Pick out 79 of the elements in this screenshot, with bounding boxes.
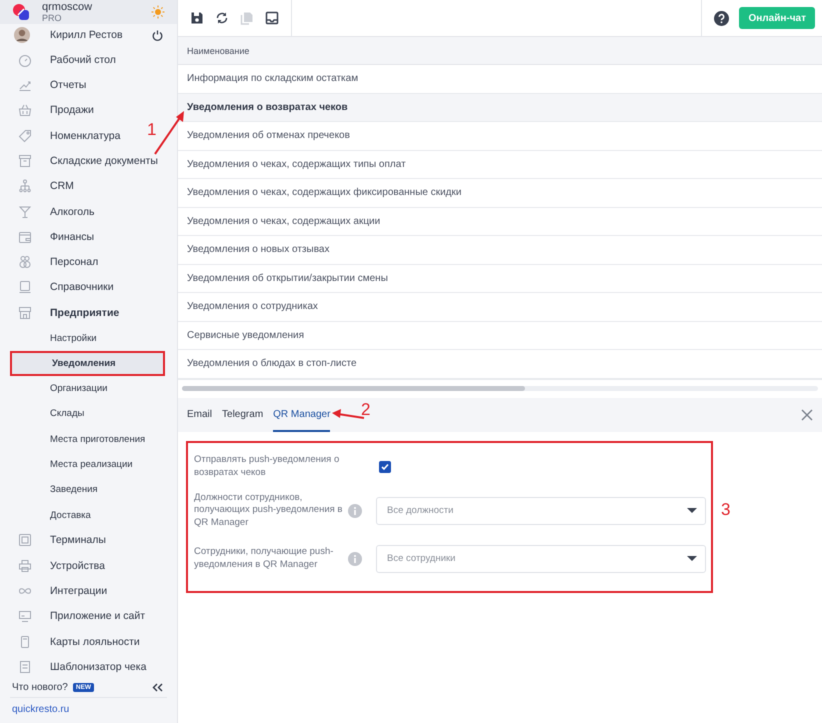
caret-icon xyxy=(687,508,697,514)
whats-new-link[interactable]: Что нового? xyxy=(12,682,68,693)
menu-item[interactable]: Шаблонизатор чека xyxy=(50,660,146,673)
tab[interactable]: Email xyxy=(187,398,212,432)
logo-icon xyxy=(12,2,30,21)
submenu-item[interactable]: Заведения xyxy=(10,477,165,503)
menu-item[interactable]: CRM xyxy=(50,180,74,192)
menu-item[interactable]: Финансы xyxy=(50,230,94,243)
submenu-item[interactable]: Доставка xyxy=(10,502,165,528)
menu-item[interactable]: Персонал xyxy=(50,256,98,268)
help-icon[interactable] xyxy=(714,10,730,26)
user-name: Кирилл Рестов xyxy=(50,29,124,42)
menu-item[interactable]: Устройства xyxy=(50,560,105,572)
hierarchy-icon xyxy=(18,179,32,194)
submenu-item[interactable]: Места приготовления xyxy=(10,426,165,452)
plan-label: PRO xyxy=(42,12,63,23)
book-icon xyxy=(18,280,32,294)
table-row[interactable]: Уведомления о чеках, содержащих фиксированные скидки xyxy=(178,179,822,208)
menu-item[interactable]: Номенклатура xyxy=(50,130,120,142)
field-label: Должности сотрудников, получающих push-уведомления в QR Manager xyxy=(194,492,344,530)
menu-item[interactable]: Карты лояльности xyxy=(50,636,140,648)
phone-icon xyxy=(18,634,32,649)
submenu-item[interactable]: Настройки xyxy=(10,325,165,351)
glass-icon xyxy=(18,204,32,219)
menu-item[interactable]: Рабочий стол xyxy=(50,54,116,66)
menu-item[interactable]: Отчеты xyxy=(50,79,86,92)
collapse-icon[interactable] xyxy=(152,682,163,692)
column-header[interactable]: Наименование xyxy=(178,37,822,65)
gauge-icon xyxy=(18,52,32,67)
menu-item[interactable]: Складские документы xyxy=(50,155,158,167)
save-icon[interactable] xyxy=(190,11,204,25)
field-label: Отправлять push-уведомления о возвратах чеков xyxy=(194,454,340,479)
brand-name: qrmoscow xyxy=(42,0,94,13)
monitor-icon xyxy=(18,609,32,624)
table-row[interactable]: Уведомления о чеках, содержащих типы оплат xyxy=(178,150,822,179)
menu-item[interactable]: Предприятие xyxy=(50,306,120,319)
table-row[interactable]: Уведомления о чеках, содержащих акции xyxy=(178,208,822,236)
shop-icon xyxy=(18,306,32,320)
table-row[interactable]: Уведомления об открытии/закрытии смены xyxy=(178,264,822,293)
wallet-icon xyxy=(18,230,32,244)
site-link[interactable]: quickresto.ru xyxy=(0,700,177,723)
tag-icon xyxy=(18,128,32,143)
scrollbar[interactable] xyxy=(182,386,818,391)
tab[interactable]: QR Manager xyxy=(273,398,330,432)
annotation-number: 2 xyxy=(361,400,370,420)
menu-item[interactable]: Приложение и сайт xyxy=(50,610,146,622)
receipt-icon xyxy=(18,660,32,674)
table-row[interactable]: Сервисные уведомления xyxy=(178,322,822,350)
submenu-item[interactable]: Склады xyxy=(10,401,165,427)
annotation-number: 3 xyxy=(721,500,730,520)
printer-icon xyxy=(18,558,32,573)
menu-item[interactable]: Интеграции xyxy=(50,585,108,598)
menu-item[interactable]: Терминалы xyxy=(50,534,106,546)
checkbox[interactable] xyxy=(379,460,391,472)
basket-icon xyxy=(18,103,32,118)
menu-item[interactable]: Алкоголь xyxy=(50,206,94,218)
field-label: Сотрудники, получающие push-уведомления в QR Manager xyxy=(194,546,334,571)
placeholder: Все сотрудники xyxy=(387,553,456,564)
menu-item[interactable]: Продажи xyxy=(50,104,94,116)
refresh-icon[interactable] xyxy=(215,11,229,25)
table-row[interactable]: Уведомления об отменах пречеков xyxy=(178,122,822,150)
submenu-item[interactable]: Организации xyxy=(10,376,165,402)
inbox-icon[interactable] xyxy=(265,11,279,25)
power-icon[interactable] xyxy=(152,30,163,41)
caret-icon xyxy=(687,556,697,562)
people-icon xyxy=(18,255,32,270)
avatar xyxy=(14,26,30,44)
submenu-item[interactable]: Уведомления xyxy=(10,350,165,376)
box-icon xyxy=(18,154,32,168)
submenu-item[interactable]: Места реализации xyxy=(10,452,165,478)
table-row[interactable]: Уведомления о возвратах чеков xyxy=(178,94,822,122)
menu-item[interactable]: Справочники xyxy=(50,281,114,294)
placeholder: Все должности xyxy=(387,505,454,516)
table-row[interactable]: Уведомления о блюдах в стоп-листе xyxy=(178,350,822,378)
tab[interactable]: Telegram xyxy=(222,398,264,432)
table-row[interactable]: Уведомления о сотрудниках xyxy=(178,293,822,322)
table-row[interactable]: Уведомления о новых отзывах xyxy=(178,236,822,264)
close-icon[interactable] xyxy=(801,408,813,420)
annotation-number: 1 xyxy=(147,120,156,140)
